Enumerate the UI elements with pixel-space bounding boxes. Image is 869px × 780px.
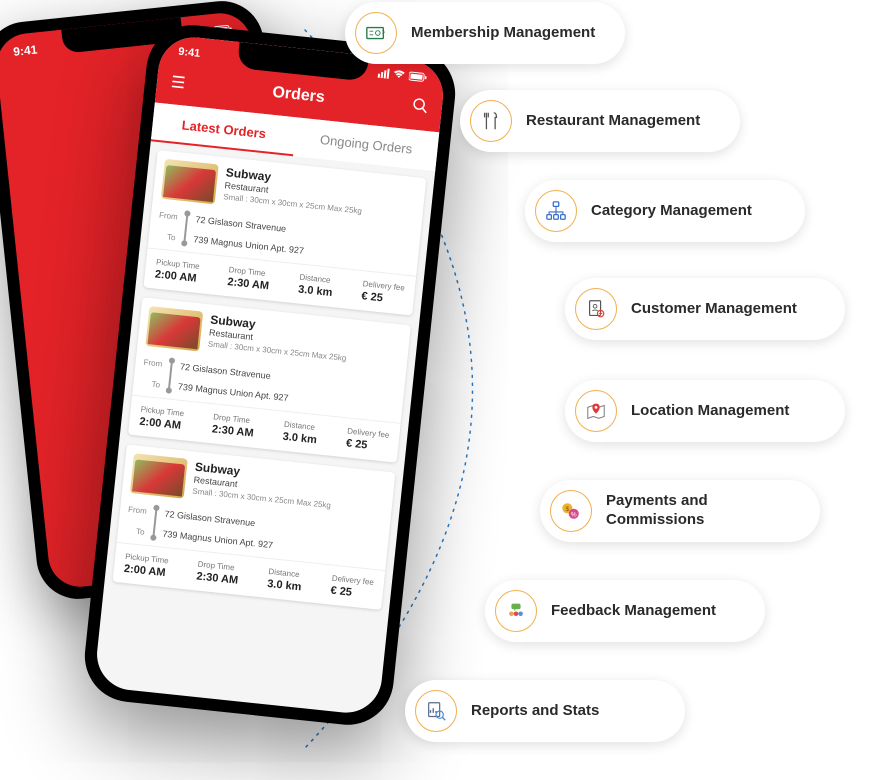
menu-icon[interactable]: ☰ [170,72,186,93]
from-label: From [159,211,179,222]
fee-value: € 25 [330,585,373,601]
from-label: From [128,505,148,516]
drop-value: 2:30 AM [196,570,239,586]
feature-restaurant: Restaurant Management [460,90,740,152]
location-icon [575,390,617,432]
feature-reports: Reports and Stats [405,680,685,742]
category-icon [535,190,577,232]
route-line-icon [183,213,188,243]
feature-label: Membership Management [411,24,595,43]
distance-value: 3.0 km [267,578,302,594]
reports-icon [415,690,457,732]
route-line-icon [168,361,173,391]
distance-value: 3.0 km [282,431,317,447]
feature-label: Reports and Stats [471,702,599,721]
restaurant-icon [470,100,512,142]
orders-list: Subway Restaurant Small : 30cm x 30cm x … [103,141,436,628]
page-title: Orders [272,83,326,106]
payments-icon: $% [550,490,592,532]
feature-label: Payments and Commissions [606,492,794,530]
fee-value: € 25 [361,290,404,306]
order-card[interactable]: Subway Restaurant Small : 30cm x 30cm x … [128,297,411,462]
order-image [145,306,203,351]
to-label: To [156,231,176,242]
to-label: To [126,526,146,537]
to-address: 739 Magnus Union Apt. 927 [193,234,305,256]
feedback-icon [495,590,537,632]
pickup-value: 2:00 AM [154,268,199,284]
svg-text:$: $ [566,506,570,513]
time-label: 9:41 [178,46,201,60]
feature-label: Restaurant Management [526,112,700,131]
route-line-icon [152,508,157,538]
fee-value: € 25 [345,437,388,453]
order-card[interactable]: Subway Restaurant Small : 30cm x 30cm x … [143,150,426,315]
pickup-value: 2:00 AM [123,563,168,579]
feature-location: Location Management [565,380,845,442]
drop-value: 2:30 AM [227,276,270,292]
from-label: From [143,358,163,369]
feature-label: Location Management [631,402,789,421]
time-label: 9:41 [13,42,38,58]
to-address: 739 Magnus Union Apt. 927 [177,381,289,403]
customer-icon [575,288,617,330]
to-address: 739 Magnus Union Apt. 927 [162,529,274,551]
search-icon[interactable] [411,96,429,119]
order-image [130,453,188,498]
distance-value: 3.0 km [298,284,333,300]
feature-category: Category Management [525,180,805,242]
feature-feedback: Feedback Management [485,580,765,642]
drop-value: 2:30 AM [211,423,254,439]
pickup-value: 2:00 AM [139,416,184,432]
feature-membership: Membership Management [345,2,625,64]
status-icons [378,67,428,84]
membership-icon [355,12,397,54]
order-card[interactable]: Subway Restaurant Small : 30cm x 30cm x … [113,444,396,609]
feature-customer: Customer Management [565,278,845,340]
feature-label: Category Management [591,202,752,221]
feature-payments: $% Payments and Commissions [540,480,820,542]
to-label: To [141,379,161,390]
svg-text:%: % [571,512,577,519]
order-image [161,159,219,204]
feature-label: Feedback Management [551,602,716,621]
feature-label: Customer Management [631,300,797,319]
